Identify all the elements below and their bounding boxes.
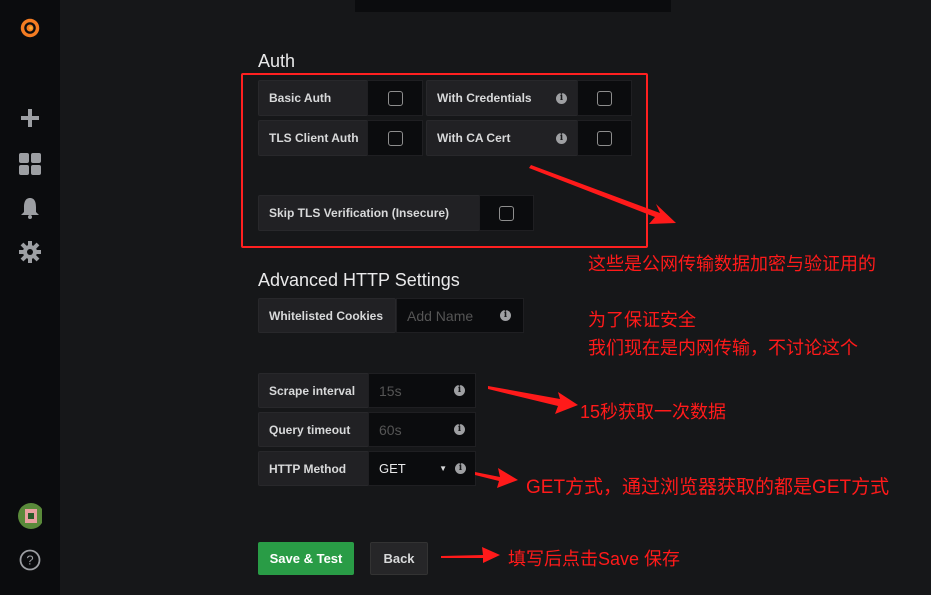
annotation-text: 我们现在是内网传输，不讨论这个 xyxy=(588,338,858,358)
annotation-text: 15秒获取一次数据 xyxy=(580,402,727,422)
arrow-icon xyxy=(529,165,676,224)
arrow-icon xyxy=(475,468,518,488)
arrow-icon xyxy=(441,547,500,563)
annotation-text: 填写后点击Save 保存 xyxy=(508,549,681,569)
annotation-arrows xyxy=(441,165,676,563)
arrow-icon xyxy=(488,386,578,414)
annotation-text: GET方式，通过浏览器获取的都是GET方式 xyxy=(526,477,890,498)
annotation-text: 为了保证安全 xyxy=(588,310,696,330)
annotation-text: 这些是公网传输数据加密与验证用的 xyxy=(588,254,876,274)
